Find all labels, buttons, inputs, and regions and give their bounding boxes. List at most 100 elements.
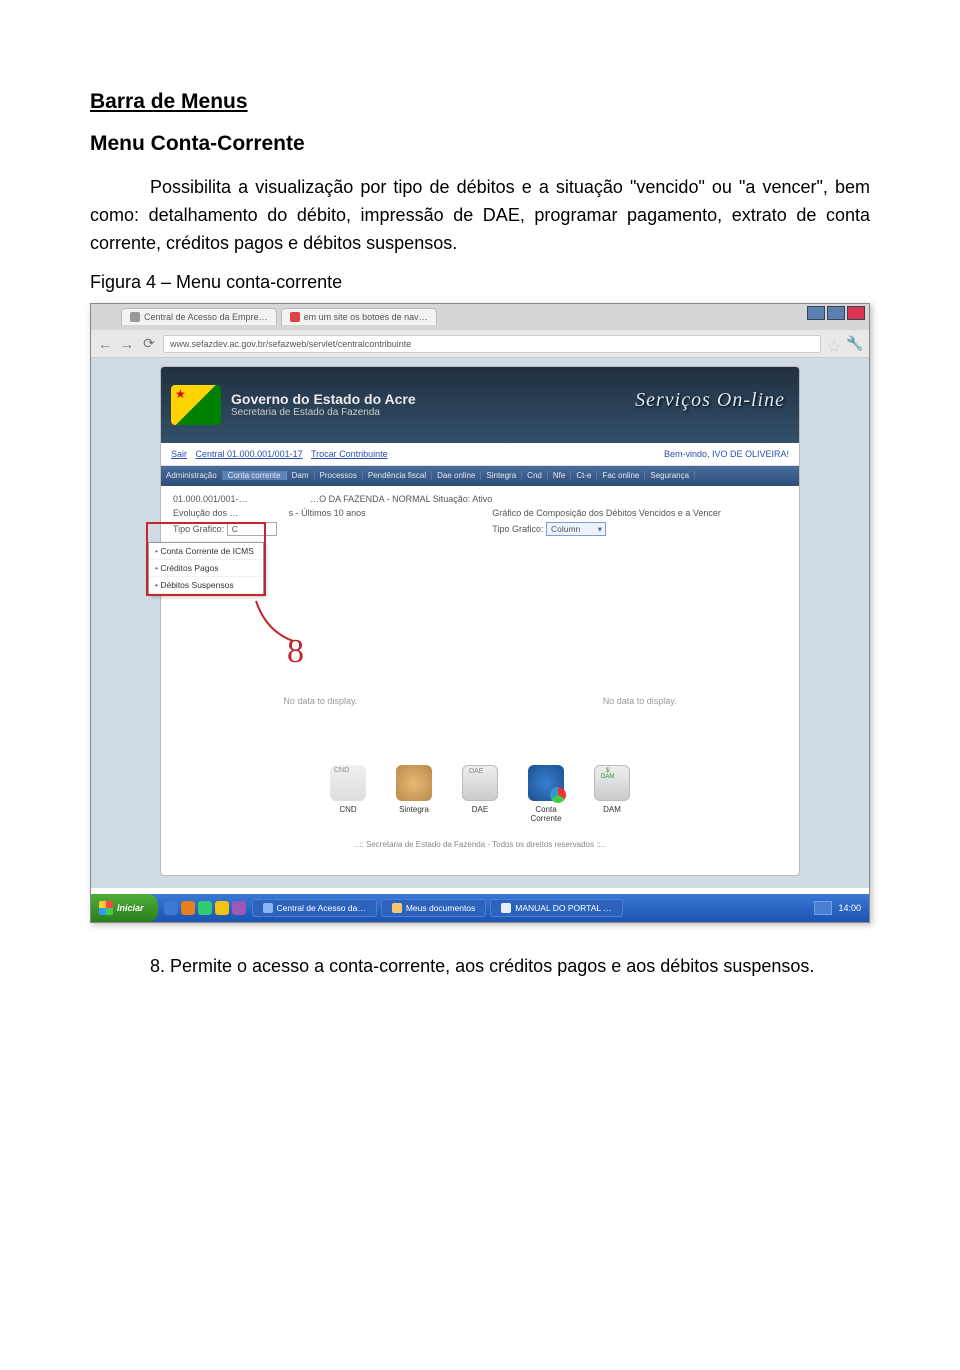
menu-cnd[interactable]: Cnd xyxy=(522,471,548,480)
menu-conta-corrente-dropdown: Conta Corrente de ICMS Créditos Pagos Dé… xyxy=(148,542,264,595)
forward-button[interactable]: → xyxy=(119,336,135,352)
shortcut-label-dae: DAE xyxy=(472,805,488,814)
link-bar: Sair Central 01.000.001/001-17 Trocar Co… xyxy=(161,443,799,466)
shortcut-label-sintegra: Sintegra xyxy=(399,805,429,814)
banner-line1: Governo do Estado do Acre xyxy=(231,391,416,407)
shortcut-label-conta: Conta Corrente xyxy=(530,805,561,823)
menu-dam[interactable]: Dam xyxy=(287,471,315,480)
start-label: Iniciar xyxy=(117,903,144,913)
browser-tab-1[interactable]: Central de Acesso da Empre… xyxy=(121,308,277,325)
ql-app-icon[interactable] xyxy=(198,901,212,915)
menu-pendencia[interactable]: Pendência fiscal xyxy=(363,471,432,480)
shortcut-conta-corrente[interactable]: Conta Corrente xyxy=(521,765,571,823)
browser-tab-2[interactable]: em um site os botoes de nav… xyxy=(281,308,437,325)
menu-cte[interactable]: Ct-e xyxy=(571,471,597,480)
url-text: www.sefazdev.ac.gov.br/sefazweb/servlet/… xyxy=(170,339,411,349)
chrome-icon xyxy=(263,903,273,913)
task-label-1: Central de Acesso da… xyxy=(277,903,366,913)
reg-number: 01.000.001/001-… xyxy=(173,494,248,504)
shortcut-cnd[interactable]: CND xyxy=(323,765,373,823)
acre-flag-icon xyxy=(171,385,221,425)
windows-taskbar: Iniciar Central de Acesso da… Meus docum… xyxy=(91,894,869,922)
favicon-icon xyxy=(290,312,300,322)
start-button[interactable]: Iniciar xyxy=(91,894,158,922)
task-label-2: Meus documentos xyxy=(406,903,475,913)
tipo-grafico-label-right: Tipo Grafico: xyxy=(492,524,543,534)
banner-line2: Secretaria de Estado da Fazenda xyxy=(231,407,416,418)
menu-nfe[interactable]: Nfe xyxy=(548,471,571,480)
reload-button[interactable]: ⟳ xyxy=(141,336,157,352)
favicon-icon xyxy=(130,312,140,322)
word-icon xyxy=(501,903,511,913)
ultimos-anos: s - Últimos 10 anos xyxy=(289,508,366,518)
window-controls xyxy=(807,306,865,320)
no-data-left: No data to display. xyxy=(173,696,468,706)
shortcut-dam[interactable]: DAM xyxy=(587,765,637,823)
link-sair[interactable]: Sair xyxy=(171,449,187,459)
url-bar[interactable]: www.sefazdev.ac.gov.br/sefazweb/servlet/… xyxy=(163,335,821,353)
task-label-3: MANUAL DO PORTAL … xyxy=(515,903,611,913)
task-central[interactable]: Central de Acesso da… xyxy=(252,899,377,917)
portal-banner: Governo do Estado do Acre Secretaria de … xyxy=(161,367,799,443)
folder-icon xyxy=(392,903,402,913)
banner-services-title: Serviços On-line xyxy=(635,389,785,412)
tipo-grafico-left-input[interactable]: C xyxy=(227,522,277,536)
close-button[interactable] xyxy=(847,306,865,320)
system-tray: 14:00 xyxy=(814,901,869,915)
minimize-button[interactable] xyxy=(807,306,825,320)
dropdown-debitos[interactable]: Débitos Suspensos xyxy=(149,577,263,594)
link-central[interactable]: Central 01.000.001/001-17 xyxy=(196,449,303,459)
menu-processos[interactable]: Processos xyxy=(315,471,363,480)
ql-ie-icon[interactable] xyxy=(164,901,178,915)
tab-label-1: Central de Acesso da Empre… xyxy=(144,312,268,322)
dae-icon xyxy=(462,765,498,801)
windows-logo-icon xyxy=(99,901,113,915)
shortcut-sintegra[interactable]: Sintegra xyxy=(389,765,439,823)
doc-subtitle: Menu Conta-Corrente xyxy=(90,132,870,156)
link-trocar[interactable]: Trocar Contribuinte xyxy=(311,449,388,459)
menu-seguranca[interactable]: Segurança xyxy=(645,471,695,480)
maximize-button[interactable] xyxy=(827,306,845,320)
menu-dae-online[interactable]: Dae online xyxy=(432,471,481,480)
menu-administracao[interactable]: Administração xyxy=(161,471,223,480)
no-data-right: No data to display. xyxy=(492,696,787,706)
cnd-icon xyxy=(330,765,366,801)
ql-wmp-icon[interactable] xyxy=(215,901,229,915)
evolucao-label: Evolução dos … xyxy=(173,508,239,518)
grafico-label: Gráfico de Composição dos Débitos Vencid… xyxy=(492,508,787,518)
conta-corrente-icon xyxy=(528,765,564,801)
tray-icon[interactable] xyxy=(814,901,832,915)
welcome-text: Bem-vindo, IVO DE OLIVEIRA! xyxy=(664,449,789,459)
bookmark-icon[interactable]: ☆ xyxy=(827,337,841,351)
situacao-text: …O DA FAZENDA - NORMAL Situação: Ativo xyxy=(310,494,492,504)
item-8-paragraph: 8. Permite o acesso a conta-corrente, ao… xyxy=(90,953,870,981)
tipo-grafico-select[interactable]: Column xyxy=(546,522,606,536)
shortcut-label-cnd: CND xyxy=(339,805,356,814)
menu-conta-corrente[interactable]: Conta corrente xyxy=(223,471,287,480)
back-button[interactable]: ← xyxy=(97,336,113,352)
screenshot-figure: Central de Acesso da Empre… em um site o… xyxy=(90,303,870,923)
dam-icon xyxy=(594,765,630,801)
dropdown-icms[interactable]: Conta Corrente de ICMS xyxy=(149,543,263,560)
wrench-icon[interactable]: 🔧 xyxy=(847,336,863,352)
portal-footer: ..:: Secretaria de Estado da Fazenda - T… xyxy=(161,840,799,849)
quick-launch xyxy=(164,901,246,915)
tipo-grafico-label-left: Tipo Grafico: xyxy=(173,524,224,534)
tab-label-2: em um site os botoes de nav… xyxy=(304,312,428,322)
sintegra-icon xyxy=(396,765,432,801)
ql-desktop-icon[interactable] xyxy=(232,901,246,915)
task-manual[interactable]: MANUAL DO PORTAL … xyxy=(490,899,622,917)
doc-title: Barra de Menus xyxy=(90,90,870,114)
intro-paragraph: Possibilita a visualização por tipo de d… xyxy=(90,174,870,258)
main-menu: Administração Conta corrente Dam Process… xyxy=(161,466,799,486)
shortcut-label-dam: DAM xyxy=(603,805,621,814)
task-documentos[interactable]: Meus documentos xyxy=(381,899,486,917)
browser-chrome: Central de Acesso da Empre… em um site o… xyxy=(91,304,869,358)
shortcut-dae[interactable]: DAE xyxy=(455,765,505,823)
dropdown-creditos[interactable]: Créditos Pagos xyxy=(149,560,263,577)
figure-caption: Figura 4 – Menu conta-corrente xyxy=(90,272,870,293)
ql-firefox-icon[interactable] xyxy=(181,901,195,915)
menu-sintegra[interactable]: Sintegra xyxy=(481,471,522,480)
callout-number: 8 xyxy=(287,633,304,671)
menu-fac[interactable]: Fac online xyxy=(597,471,645,480)
